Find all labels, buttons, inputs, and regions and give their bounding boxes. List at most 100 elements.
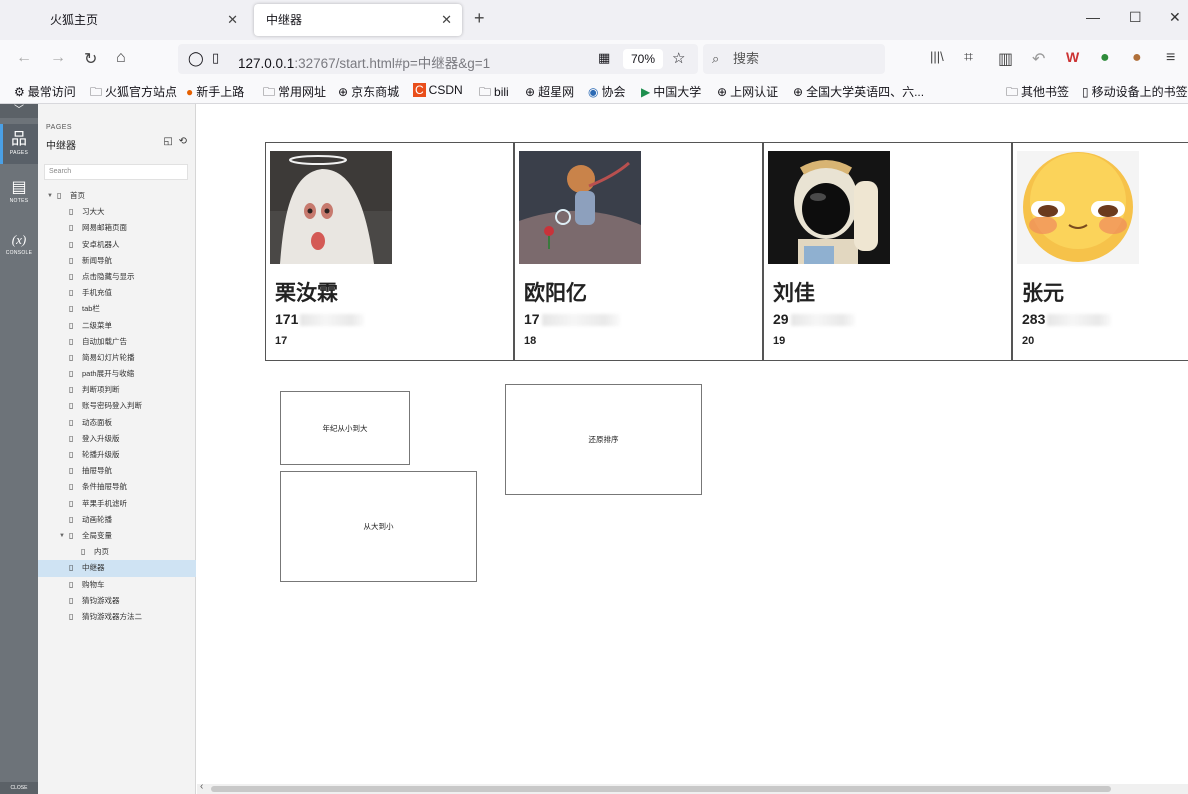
gear-icon: ⚙ (14, 85, 25, 99)
horizontal-scrollbar[interactable]: ‹ (197, 781, 1188, 794)
restore-order-button[interactable]: 还原排序 (505, 384, 702, 495)
page-tree-item[interactable]: ▯ path展开与收缩 (38, 366, 196, 382)
expand-arrow-icon[interactable]: ▼ (59, 528, 65, 544)
page-tree-item[interactable]: ▯ 判断项判断 (38, 382, 196, 398)
page-tree-item[interactable]: ▯ 内页 (38, 544, 196, 560)
page-info-icon[interactable]: ▯ (212, 50, 219, 66)
page-tree-label: 习大大 (82, 207, 105, 217)
page-tree-item[interactable]: ▯ 中继器 (38, 560, 196, 577)
bookmark-label: 常用网址 (278, 85, 327, 99)
page-tree-item[interactable]: ▯ 动画轮播 (38, 512, 196, 528)
close-icon[interactable]: ✕ (227, 4, 238, 36)
bookmark-item[interactable]: ⊕ 超星网 (525, 83, 574, 100)
page-tree-item[interactable]: ▯ 自动加载广告 (38, 334, 196, 350)
bookmark-item[interactable]: 🗀 火狐官方站点 (90, 83, 177, 104)
bookmark-label: bili (494, 85, 509, 99)
scroll-left-icon[interactable]: ‹ (200, 781, 203, 792)
globe-icon: ⊕ (793, 85, 804, 99)
expand-arrow-icon[interactable]: ▼ (47, 188, 53, 204)
page-tree-item[interactable]: ▯ tab栏 (38, 301, 196, 317)
page-tree-item[interactable]: ▯ 简易幻灯片轮播 (38, 350, 196, 366)
page-tree-item[interactable]: ▯ 动态面板 (38, 415, 196, 431)
page-tree-item[interactable]: ▯ 猜钧游戏器方法二 (38, 609, 196, 625)
sort-desc-button[interactable]: 从大到小 (280, 471, 477, 582)
page-tree-item[interactable]: ▯ 轮播升级版 (38, 447, 196, 463)
page-tree-label: 安卓机器人 (82, 239, 120, 249)
link-icon[interactable]: ⟲ (179, 136, 187, 147)
page-tree-item[interactable]: ▯ 抽屉导航 (38, 463, 196, 479)
bookmark-item[interactable]: 🗀 其他书签 (1006, 83, 1069, 104)
bookmark-item[interactable]: ▶ 中国大学 (641, 83, 701, 100)
notes-tab[interactable]: ▤ NOTES (0, 178, 38, 214)
page-tree-item[interactable]: ▼ ▯ 首页 (38, 188, 196, 204)
back-icon[interactable]: ← (16, 49, 32, 67)
page-tree-item[interactable]: ▯ 账号密码登入判断 (38, 398, 196, 414)
page-icon: ▯ (69, 255, 74, 265)
page-tree-item[interactable]: ▯ 苹果手机滤听 (38, 496, 196, 512)
tab-relay[interactable]: 中继器 ✕ (254, 4, 462, 36)
phone-visible: 171 (275, 311, 299, 327)
pages-tab-label: PAGES (9, 150, 29, 156)
tab-firefox-home[interactable]: 火狐主页 ✕ (38, 4, 248, 36)
member-age: 20 (1022, 335, 1035, 347)
page-tree-label: 账号密码登入判断 (82, 401, 142, 411)
qr-code-icon[interactable]: ▦ (598, 50, 610, 66)
close-icon[interactable]: ✕ (441, 4, 452, 36)
search-input[interactable]: ⌕ 搜索 (703, 44, 885, 74)
page-search-input[interactable]: Search (44, 164, 188, 180)
bookmark-item[interactable]: C CSDN (413, 83, 463, 97)
bookmark-item[interactable]: ● 新手上路 (186, 83, 244, 100)
page-tree-item[interactable]: ▯ 网易邮箱页面 (38, 220, 196, 236)
page-tree-item[interactable]: ▯ 猜钧游戏器 (38, 593, 196, 609)
sidebar-icon[interactable]: ▥ (998, 49, 1013, 69)
page-tree-item[interactable]: ▯ 购物车 (38, 577, 196, 593)
collapse-chevron-icon[interactable]: ﹀ (0, 104, 38, 118)
menu-icon[interactable]: ≡ (1166, 49, 1175, 67)
page-tree-item[interactable]: ▯ 二级菜单 (38, 318, 196, 334)
close-sidebar-button[interactable]: CLOSE (0, 782, 38, 794)
page-tree-item[interactable]: ▯ 新闻导航 (38, 253, 196, 269)
home-icon[interactable]: ⌂ (116, 49, 126, 67)
bookmark-item[interactable]: ◉ 协会 (588, 83, 626, 100)
page-tree-item[interactable]: ▯ 点击隐藏与显示 (38, 269, 196, 285)
reload-icon[interactable]: ↻ (84, 49, 97, 69)
bookmark-label: 协会 (601, 85, 626, 99)
bookmark-item[interactable]: ⚙ 最常访问 (14, 83, 76, 100)
member-age: 18 (524, 335, 537, 347)
scrollbar-thumb[interactable] (211, 786, 1111, 792)
pages-tab[interactable]: 品 PAGES (0, 124, 38, 164)
console-tab[interactable]: (x) CONSOLE (0, 230, 38, 266)
bookmark-item[interactable]: 🗀 常用网址 (263, 83, 326, 104)
library-icon[interactable]: |||\ (930, 49, 944, 64)
page-tree-item[interactable]: ▼ ▯ 全局变量 (38, 528, 196, 544)
minimize-icon[interactable]: — (1086, 9, 1100, 25)
bookmark-item[interactable]: 🗀 bili (479, 83, 509, 104)
bookmark-item[interactable]: ▯ 移动设备上的书签 (1082, 83, 1188, 100)
page-tree-label: 首页 (70, 191, 85, 200)
bookmark-item[interactable]: ⊕ 上网认证 (717, 83, 778, 100)
maximize-icon[interactable]: ☐ (1129, 9, 1142, 26)
page-tree-item[interactable]: ▯ 条件抽屉导航 (38, 479, 196, 495)
page-tree-label: 自动加载广告 (82, 336, 127, 346)
tracking-shield-icon[interactable]: ◯ (188, 50, 204, 67)
page-tree-item[interactable]: ▯ 手机充值 (38, 285, 196, 301)
bookmark-item[interactable]: ⊕ 全国大学英语四、六... (793, 83, 924, 100)
bookmark-label: 上网认证 (730, 85, 779, 99)
undo-icon[interactable]: ↶ (1032, 49, 1045, 69)
window-close-icon[interactable]: ✕ (1169, 9, 1181, 26)
new-tab-icon[interactable]: + (474, 8, 485, 29)
cookie-icon[interactable]: ● (1132, 49, 1142, 67)
extension-green-icon[interactable]: ● (1100, 49, 1110, 67)
open-in-new-icon[interactable]: ◱ (163, 136, 172, 147)
extension-w-icon[interactable]: W (1066, 49, 1079, 65)
zoom-level[interactable]: 70% (623, 49, 663, 69)
bookmark-item[interactable]: ⊕ 京东商城 (338, 83, 399, 100)
url-bar[interactable]: ◯ ▯ 127.0.0.1:32767/start.html#p=中继器&g=1… (178, 44, 698, 74)
screenshot-icon[interactable]: ⌗ (964, 49, 973, 67)
forward-icon[interactable]: → (50, 49, 66, 67)
page-tree-item[interactable]: ▯ 习大大 (38, 204, 196, 220)
page-tree-item[interactable]: ▯ 安卓机器人 (38, 237, 196, 253)
sort-age-asc-button[interactable]: 年纪从小到大 (280, 391, 410, 465)
bookmark-star-icon[interactable]: ☆ (672, 49, 685, 67)
page-tree-item[interactable]: ▯ 登入升级版 (38, 431, 196, 447)
